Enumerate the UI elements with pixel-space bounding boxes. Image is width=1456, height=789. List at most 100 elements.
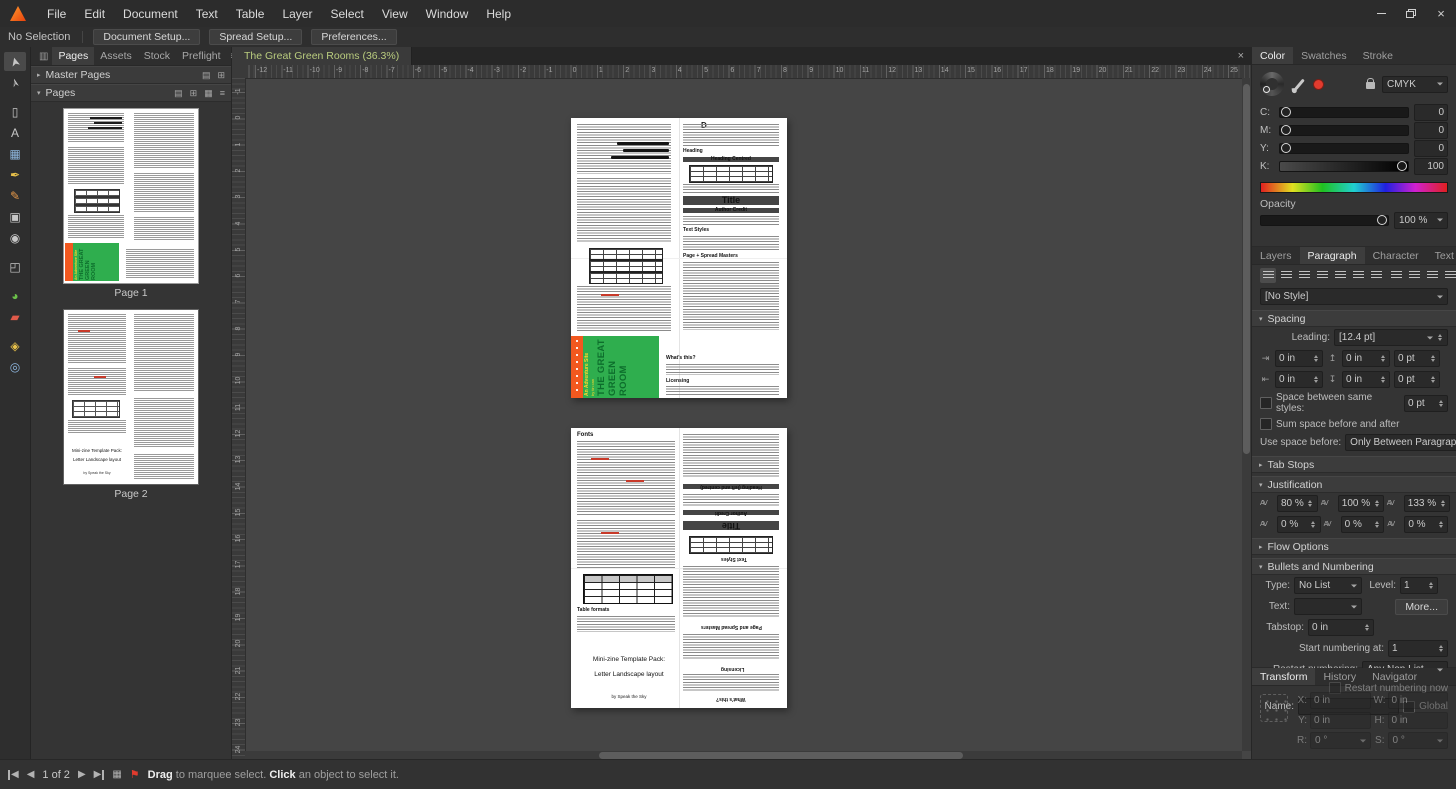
last-line-indent-field[interactable]: 0 in bbox=[1342, 371, 1390, 388]
letter-spacing-min-field[interactable]: 0 % bbox=[1277, 516, 1321, 533]
level-field[interactable]: 1 bbox=[1400, 577, 1438, 594]
collapse-icon[interactable]: ▾ bbox=[1259, 481, 1263, 489]
color-mode-select[interactable]: CMYK bbox=[1382, 75, 1448, 93]
black-value-field[interactable]: 100 bbox=[1414, 157, 1448, 175]
preview-mode-icon[interactable]: ▦ bbox=[112, 769, 121, 780]
eyedropper-icon[interactable] bbox=[1294, 78, 1305, 90]
tab-text-styles[interactable]: Text Styles bbox=[1427, 247, 1456, 264]
menu-edit[interactable]: Edit bbox=[75, 0, 114, 27]
color-wheel-icon[interactable] bbox=[1260, 72, 1284, 96]
page-1-label[interactable]: Page 1 bbox=[31, 287, 231, 299]
menu-view[interactable]: View bbox=[373, 0, 417, 27]
canvas-page-2[interactable]: Fonts Table formats Mini-zine Template P… bbox=[571, 428, 787, 708]
leading-select[interactable]: [12.4 pt] bbox=[1334, 329, 1448, 346]
align-centre-button[interactable] bbox=[1278, 268, 1294, 283]
add-page-icon[interactable]: ⊞ bbox=[190, 88, 198, 99]
justify-toward-spine-button[interactable] bbox=[1424, 268, 1440, 283]
list-text-select[interactable] bbox=[1294, 598, 1362, 615]
justify-away-spine-button[interactable] bbox=[1442, 268, 1456, 283]
tab-assets[interactable]: Assets bbox=[94, 47, 138, 65]
list-type-select[interactable]: No List bbox=[1294, 577, 1362, 594]
stepper[interactable] bbox=[1307, 500, 1314, 507]
h-field[interactable]: 0 in bbox=[1387, 712, 1448, 729]
space-between-field[interactable]: 0 pt bbox=[1404, 394, 1448, 412]
start-numbering-field[interactable]: 1 bbox=[1388, 640, 1448, 657]
preferences-button[interactable]: Preferences... bbox=[311, 29, 397, 45]
justify-all-button[interactable] bbox=[1368, 268, 1384, 283]
stepper[interactable] bbox=[1437, 521, 1444, 528]
ruler-horizontal[interactable]: -12 -11 -10 -9 -8 -7 -6 -5 -4 -3 -2 -1 0 1 2 3 4 5 6 7 8 9 10 1… bbox=[245, 65, 1251, 79]
horizontal-scroll-thumb[interactable] bbox=[599, 752, 963, 759]
stepper[interactable] bbox=[1439, 500, 1446, 507]
tab-paragraph[interactable]: Paragraph bbox=[1299, 247, 1365, 264]
stepper[interactable] bbox=[1312, 355, 1319, 362]
master-options-icon[interactable]: ⊞ bbox=[217, 70, 225, 81]
pasteboard[interactable]: D Heading Heading Centred Title Author C… bbox=[245, 78, 1251, 760]
pages-section-header[interactable]: ▾ Pages ▤ ⊞ ▦ ≡ bbox=[31, 84, 231, 102]
artistic-text-tool[interactable]: A bbox=[4, 123, 26, 142]
justification-section-header[interactable]: ▾ Justification bbox=[1252, 476, 1456, 493]
stepper[interactable] bbox=[1312, 376, 1319, 383]
colour-picker-tool[interactable]: ◕ bbox=[4, 286, 26, 305]
color-swatch-red[interactable] bbox=[1313, 78, 1324, 90]
menu-file[interactable]: File bbox=[38, 0, 75, 27]
y-field[interactable]: 0 in bbox=[1310, 712, 1371, 729]
tab-swatches[interactable]: Swatches bbox=[1293, 47, 1355, 64]
stepper[interactable] bbox=[1429, 376, 1436, 383]
sum-space-checkbox[interactable] bbox=[1260, 418, 1272, 430]
pencil-tool[interactable]: ✎ bbox=[4, 186, 26, 205]
flow-options-section-header[interactable]: ▸ Flow Options bbox=[1252, 538, 1456, 555]
word-spacing-desired-field[interactable]: 100 % bbox=[1337, 495, 1384, 512]
stepper[interactable] bbox=[1436, 334, 1443, 341]
green-cover-panel[interactable]: An Adventure Site by tin can THE GREAT G… bbox=[571, 336, 659, 398]
yellow-value-field[interactable]: 0 bbox=[1414, 139, 1448, 157]
slider-knob[interactable] bbox=[1281, 125, 1291, 135]
right-indent-field[interactable]: 0 in bbox=[1275, 371, 1323, 388]
magenta-value-field[interactable]: 0 bbox=[1414, 121, 1448, 139]
align-away-spine-button[interactable] bbox=[1406, 268, 1422, 283]
view-tool[interactable]: ◈ bbox=[4, 336, 26, 355]
left-indent-field[interactable]: 0 in bbox=[1275, 350, 1323, 367]
table-tool[interactable]: ▦ bbox=[4, 144, 26, 163]
menu-select[interactable]: Select bbox=[321, 0, 372, 27]
slider-knob[interactable] bbox=[1397, 161, 1407, 171]
slider-knob[interactable] bbox=[1377, 215, 1387, 225]
tab-character[interactable]: Character bbox=[1365, 247, 1427, 264]
tab-preflight[interactable]: Preflight bbox=[176, 47, 227, 65]
stepper[interactable] bbox=[1379, 355, 1386, 362]
zoom-tool[interactable]: ◎ bbox=[4, 357, 26, 376]
close-button[interactable]: × bbox=[1426, 0, 1456, 27]
x-field[interactable]: 0 in bbox=[1310, 692, 1371, 709]
minimize-button[interactable] bbox=[1366, 0, 1396, 27]
stepper[interactable] bbox=[1429, 355, 1436, 362]
add-master-icon[interactable]: ▤ bbox=[202, 70, 211, 81]
ruler-vertical[interactable]: -1 0 1 2 3 4 5 6 7 8 9 10 11 12 13 14 15 16 17 18 19 20 21 22 23… bbox=[232, 78, 246, 760]
vector-crop-tool[interactable]: ◰ bbox=[4, 257, 26, 276]
collapse-icon[interactable]: ▾ bbox=[1259, 563, 1263, 571]
hue-spectrum-slider[interactable] bbox=[1260, 182, 1448, 193]
picture-frame-tool[interactable]: ▣ bbox=[4, 207, 26, 226]
more-button[interactable]: More... bbox=[1395, 598, 1448, 615]
pages-view-icon[interactable]: ▦ bbox=[204, 88, 213, 99]
tab-pages[interactable]: Pages bbox=[52, 47, 95, 65]
pen-tool[interactable]: ✒ bbox=[4, 165, 26, 184]
lock-icon[interactable] bbox=[1366, 78, 1375, 89]
slider-knob[interactable] bbox=[1281, 107, 1291, 117]
menu-layer[interactable]: Layer bbox=[273, 0, 321, 27]
next-page-icon[interactable]: ▶ bbox=[78, 769, 86, 780]
use-space-select[interactable]: Only Between Paragraphs bbox=[1345, 434, 1456, 451]
menu-help[interactable]: Help bbox=[477, 0, 520, 27]
cyan-slider[interactable] bbox=[1279, 106, 1409, 118]
black-slider[interactable] bbox=[1279, 160, 1409, 172]
w-field[interactable]: 0 in bbox=[1387, 692, 1448, 709]
stepper[interactable] bbox=[1437, 399, 1444, 407]
canvas-page-1[interactable]: D Heading Heading Centred Title Author C… bbox=[571, 118, 787, 398]
collapse-icon[interactable]: ▸ bbox=[1259, 543, 1263, 551]
anchor-point-selector[interactable] bbox=[1260, 694, 1288, 722]
shape-tool[interactable]: ◉ bbox=[4, 228, 26, 247]
justify-centre-button[interactable] bbox=[1332, 268, 1348, 283]
master-pages-section-header[interactable]: ▸ Master Pages ▤ ⊞ bbox=[31, 66, 231, 84]
r-field[interactable]: 0 ° bbox=[1310, 732, 1371, 749]
justify-left-button[interactable] bbox=[1314, 268, 1330, 283]
justify-right-button[interactable] bbox=[1350, 268, 1366, 283]
